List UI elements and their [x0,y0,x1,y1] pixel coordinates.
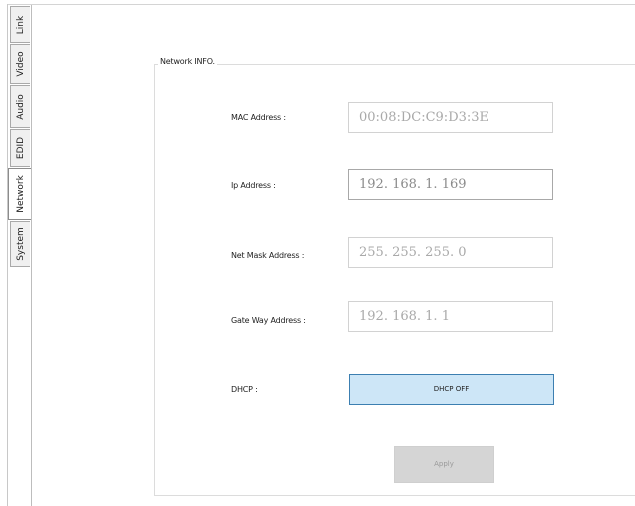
tab-video-label: Video [15,51,26,77]
network-settings-window: Link Video Audio EDID Network System Net… [0,0,635,506]
tab-network[interactable]: Network [8,168,32,220]
dhcp-label: DHCP : [231,385,258,394]
mac-address-field: 00:08:DC:C9:D3:3E [348,102,553,133]
tab-network-label: Network [15,175,26,213]
ip-address-field[interactable]: 192. 168. 1. 169 [348,169,553,200]
network-info-title: Network INFO. [158,57,217,66]
gateway-address-label: Gate Way Address : [231,316,306,325]
tab-audio[interactable]: Audio [10,85,30,128]
net-mask-field: 255. 255. 255. 0 [348,237,553,268]
tab-system-label: System [15,227,26,261]
net-mask-label: Net Mask Address : [231,251,305,260]
vertical-tab-strip: Link Video Audio EDID Network System [8,5,32,506]
gateway-address-field: 192. 168. 1. 1 [348,301,553,332]
ip-address-label: Ip Address : [231,181,276,190]
tab-system[interactable]: System [10,221,30,267]
tab-video[interactable]: Video [10,44,30,84]
dhcp-toggle-button[interactable]: DHCP OFF [349,374,554,405]
tab-edid-label: EDID [15,136,26,160]
tab-edid[interactable]: EDID [10,129,30,167]
tab-audio-label: Audio [15,93,26,120]
apply-button[interactable]: Apply [394,446,494,483]
tab-link[interactable]: Link [10,6,30,43]
tab-link-label: Link [15,15,26,34]
mac-address-label: MAC Address : [231,113,286,122]
